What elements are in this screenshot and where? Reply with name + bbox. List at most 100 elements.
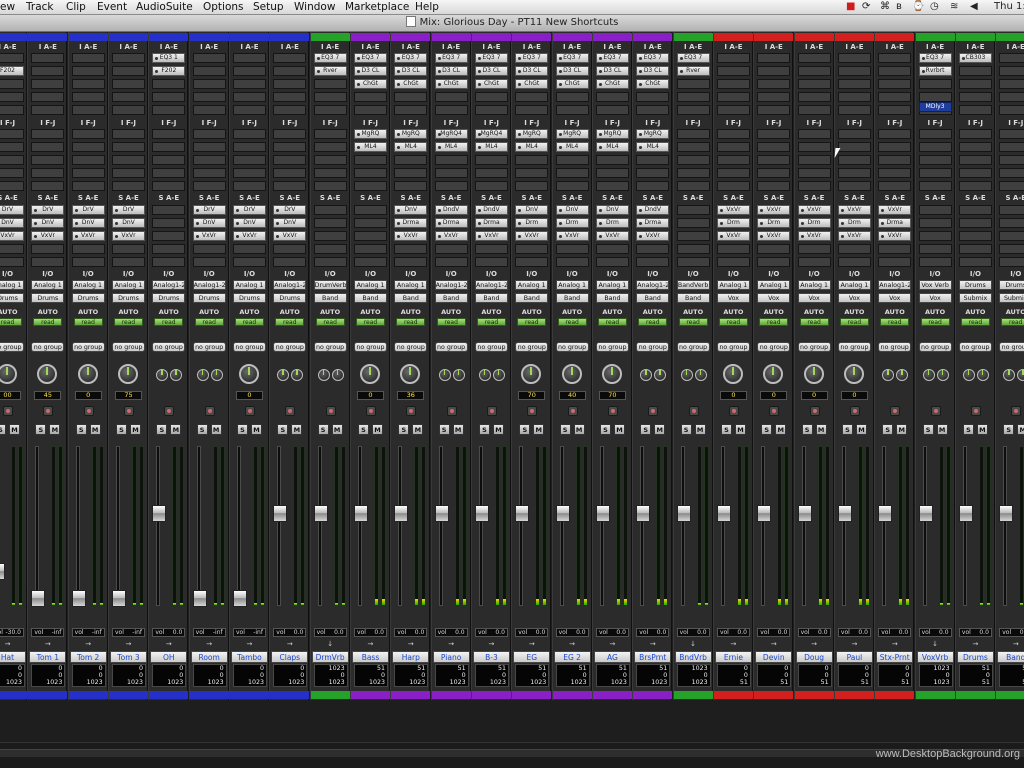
- input-selector[interactable]: Analog 1: [797, 280, 831, 290]
- send-slot[interactable]: [152, 205, 186, 215]
- insert-slot[interactable]: [273, 66, 307, 76]
- insert-slot[interactable]: [111, 168, 145, 178]
- solo-button[interactable]: S: [277, 424, 289, 435]
- mute-button[interactable]: M: [250, 424, 262, 435]
- input-selector[interactable]: Analog 1: [71, 280, 105, 290]
- send-slot[interactable]: Drm: [716, 218, 750, 228]
- record-button[interactable]: [123, 406, 134, 416]
- insert-slot[interactable]: [232, 142, 266, 152]
- pan-knob[interactable]: [843, 364, 864, 384]
- insert-slot[interactable]: [434, 155, 468, 165]
- insert-slot[interactable]: MgRQ: [555, 129, 589, 139]
- record-button[interactable]: [325, 406, 336, 416]
- send-slot[interactable]: VxVr: [0, 231, 24, 241]
- automation-mode-button[interactable]: read: [557, 318, 587, 326]
- send-slot[interactable]: VxVr: [111, 231, 145, 241]
- insert-slot[interactable]: [797, 168, 831, 178]
- send-slot[interactable]: [515, 257, 549, 267]
- group-selector[interactable]: no group: [555, 342, 589, 352]
- insert-slot[interactable]: [837, 92, 871, 102]
- pan-knob-right[interactable]: [492, 369, 505, 381]
- solo-button[interactable]: S: [599, 424, 611, 435]
- send-slot[interactable]: [595, 257, 629, 267]
- insert-slot[interactable]: ChGt: [474, 79, 508, 89]
- insert-slot[interactable]: [0, 142, 24, 152]
- pan-knob[interactable]: [117, 364, 138, 384]
- track-name[interactable]: Ernie: [714, 651, 752, 663]
- send-slot[interactable]: VxVr: [515, 231, 549, 241]
- insert-slot[interactable]: [676, 181, 710, 191]
- send-slot[interactable]: DrV: [192, 205, 226, 215]
- insert-slot[interactable]: EQ3 7: [676, 53, 710, 63]
- track-name[interactable]: AG: [593, 651, 631, 663]
- fader-knob[interactable]: [595, 505, 610, 523]
- track-name[interactable]: Band: [997, 651, 1024, 663]
- mute-button[interactable]: M: [210, 424, 222, 435]
- record-button[interactable]: [244, 406, 255, 416]
- send-slot[interactable]: DnV: [0, 218, 24, 228]
- send-slot[interactable]: [918, 205, 952, 215]
- insert-slot[interactable]: [797, 129, 831, 139]
- insert-slot[interactable]: [636, 168, 670, 178]
- insert-slot[interactable]: EQ3 7: [555, 53, 589, 63]
- insert-slot[interactable]: [313, 105, 347, 115]
- output-selector[interactable]: Vox: [757, 293, 791, 303]
- insert-slot[interactable]: [192, 53, 226, 63]
- menu-help[interactable]: Help: [415, 1, 439, 13]
- record-button[interactable]: [486, 406, 497, 416]
- fader-knob[interactable]: [31, 590, 46, 607]
- input-selector[interactable]: BandVerb: [676, 280, 710, 290]
- volume-display[interactable]: vol0.0: [515, 628, 549, 637]
- output-selector[interactable]: Band: [313, 293, 347, 303]
- insert-slot[interactable]: [192, 105, 226, 115]
- send-slot[interactable]: Drm: [555, 218, 589, 228]
- insert-slot[interactable]: [716, 66, 750, 76]
- solo-button[interactable]: S: [357, 424, 369, 435]
- insert-slot[interactable]: [716, 105, 750, 115]
- insert-slot[interactable]: [958, 92, 992, 102]
- send-slot[interactable]: DndV: [434, 205, 468, 215]
- insert-slot[interactable]: [474, 105, 508, 115]
- insert-slot[interactable]: [676, 168, 710, 178]
- automation-mode-button[interactable]: read: [0, 318, 22, 326]
- insert-slot[interactable]: [434, 181, 468, 191]
- pan-knob-left[interactable]: [438, 369, 451, 381]
- insert-slot[interactable]: Rver: [676, 66, 710, 76]
- pan-knob[interactable]: [77, 364, 98, 384]
- insert-slot[interactable]: D3 CL: [394, 66, 428, 76]
- solo-button[interactable]: S: [882, 424, 894, 435]
- group-selector[interactable]: no group: [757, 342, 791, 352]
- output-selector[interactable]: Vox: [716, 293, 750, 303]
- insert-slot[interactable]: [958, 66, 992, 76]
- solo-button[interactable]: S: [115, 424, 127, 435]
- insert-slot[interactable]: [958, 155, 992, 165]
- insert-slot[interactable]: [999, 168, 1024, 178]
- input-selector[interactable]: Analog 1: [394, 280, 428, 290]
- send-slot[interactable]: VxVr: [192, 231, 226, 241]
- send-slot[interactable]: DndV: [474, 205, 508, 215]
- record-button[interactable]: [728, 406, 739, 416]
- mute-button[interactable]: M: [855, 424, 867, 435]
- insert-slot[interactable]: [958, 129, 992, 139]
- insert-slot[interactable]: [313, 155, 347, 165]
- insert-slot[interactable]: [797, 53, 831, 63]
- automation-mode-button[interactable]: read: [73, 318, 103, 326]
- insert-slot[interactable]: [232, 66, 266, 76]
- fader-knob[interactable]: [474, 505, 489, 523]
- volume-display[interactable]: vol0.0: [757, 628, 791, 637]
- wifi-icon[interactable]: ≋: [950, 1, 958, 12]
- insert-slot[interactable]: [31, 142, 65, 152]
- track-name[interactable]: Bass: [351, 651, 389, 663]
- group-selector[interactable]: no group: [515, 342, 549, 352]
- track-name[interactable]: Tambo: [230, 651, 268, 663]
- group-selector[interactable]: no group: [394, 342, 428, 352]
- volume-display[interactable]: vol -inf: [71, 628, 105, 637]
- insert-slot[interactable]: ML4: [394, 142, 428, 152]
- send-slot[interactable]: [434, 257, 468, 267]
- solo-button[interactable]: S: [922, 424, 934, 435]
- menu-clock[interactable]: Thu 1:: [994, 1, 1024, 12]
- insert-slot[interactable]: EQ3 7: [595, 53, 629, 63]
- mute-button[interactable]: M: [936, 424, 948, 435]
- insert-slot[interactable]: [999, 66, 1024, 76]
- insert-slot[interactable]: [152, 142, 186, 152]
